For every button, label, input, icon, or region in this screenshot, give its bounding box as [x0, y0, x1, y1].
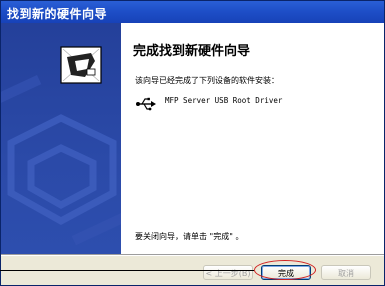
wizard-side-graphic [1, 23, 121, 254]
wizard-decoration-icon [1, 46, 121, 246]
device-name: MFP Server USB Root Driver [165, 96, 283, 105]
usb-icon [136, 97, 156, 111]
title-bar[interactable]: 找到新的硬件向导 [1, 1, 384, 23]
page-title: 完成找到新硬件向导 [133, 44, 251, 59]
window-title: 找到新的硬件向导 [7, 7, 108, 21]
finish-button-highlight-circle [254, 260, 316, 280]
wizard-content: 完成找到新硬件向导 该向导已经完成了下列设备的软件安装： MFP Server … [123, 23, 383, 254]
wizard-window: 找到新的硬件向导 完成找到新硬件向导 该向导已经完成了下列设备的软件安装： MF… [0, 0, 385, 286]
device-list-item: MFP Server USB Root Driver [135, 93, 375, 115]
finish-instruction: 要关闭向导，请单击 "完成" 。 [135, 232, 244, 241]
callout-pointer-line [0, 270, 254, 271]
cancel-button[interactable]: 取消 [321, 265, 371, 280]
back-button[interactable]: < 上一步(B) [203, 265, 253, 280]
completion-description: 该向导已经完成了下列设备的软件安装： [135, 76, 279, 85]
